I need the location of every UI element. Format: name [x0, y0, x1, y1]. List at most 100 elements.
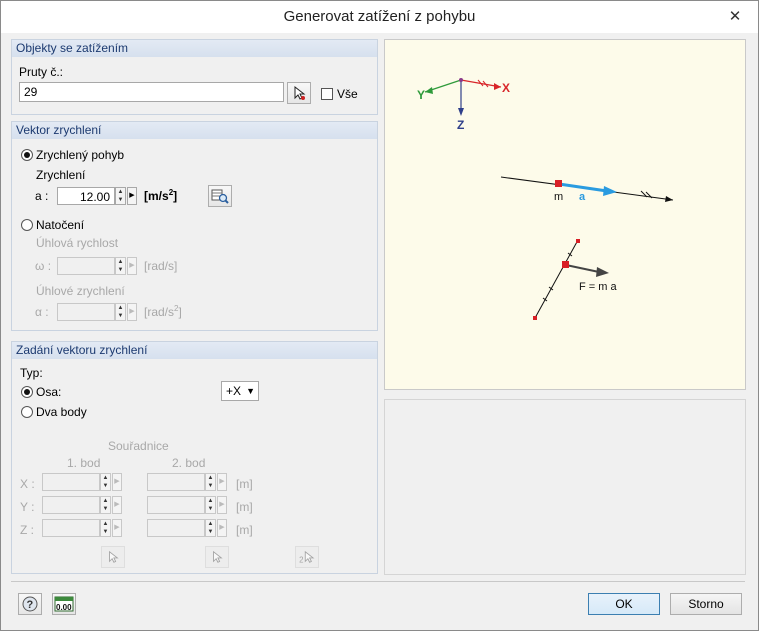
z2-spinner: ▲ ▼ — [205, 519, 216, 537]
pick-point1-button — [101, 546, 125, 568]
z-coord-label: Z : — [20, 523, 34, 537]
a-label: a : — [35, 189, 49, 203]
acceleration-input[interactable]: 12.00 — [57, 187, 115, 205]
members-label: Pruty č.: — [19, 65, 64, 79]
y-unit: [m] — [236, 500, 253, 514]
pick-two-points-icon: 2 — [299, 550, 315, 564]
z2-input — [147, 519, 205, 537]
footer-separator — [11, 581, 745, 582]
units-button[interactable]: 0.00 — [52, 593, 76, 615]
svg-text:0.00: 0.00 — [56, 603, 72, 612]
force-label: F = m a — [579, 281, 617, 293]
z1-spinner: ▲ ▼ — [100, 519, 111, 537]
table-magnifier-icon — [211, 189, 229, 204]
acceleration-group: Vektor zrychlení Zrychlený pohyb Zrychle… — [11, 121, 378, 331]
pick-members-button[interactable] — [287, 82, 311, 104]
angular-acceleration-input — [57, 303, 115, 321]
two-points-radio[interactable] — [21, 406, 33, 418]
all-checkbox[interactable] — [321, 88, 333, 100]
axis-y-label: Y — [417, 88, 425, 102]
y2-input — [147, 496, 205, 514]
two-points-label: Dva body — [36, 405, 87, 419]
y1-menu-button: ▶ — [112, 496, 122, 514]
y-coord-label: Y : — [20, 500, 35, 514]
members-input[interactable]: 29 — [19, 82, 284, 102]
angular-acceleration-spinner: ▲ ▼ — [115, 303, 126, 321]
acceleration-group-header: Vektor zrychlení — [12, 122, 377, 139]
point2-label: 2. bod — [172, 456, 206, 470]
axis-radio[interactable] — [21, 386, 33, 398]
y1-input — [42, 496, 100, 514]
svg-text:2: 2 — [299, 555, 303, 564]
x1-menu-button: ▶ — [112, 473, 122, 491]
accel-label: a — [579, 191, 586, 203]
axis-label: Osa: — [36, 385, 62, 399]
angular-acceleration-label: Úhlové zrychlení — [36, 284, 125, 298]
angular-acceleration-unit: [rad/s2] — [144, 304, 182, 319]
z1-input — [42, 519, 100, 537]
dialog-window: Generovat zatížení z pohybu ✕ Objekty se… — [0, 0, 759, 631]
x2-menu-button: ▶ — [217, 473, 227, 491]
pick-cursor-icon — [109, 550, 119, 563]
x2-input — [147, 473, 205, 491]
linear-motion-radio[interactable] — [21, 149, 33, 161]
chevron-down-icon: ▼ — [246, 386, 255, 396]
angular-acceleration-menu-button: ▶ — [127, 303, 137, 321]
axis-select-value: +X — [226, 384, 242, 398]
z1-menu-button: ▶ — [112, 519, 122, 537]
type-label: Typ: — [20, 366, 43, 380]
y2-spinner: ▲ ▼ — [205, 496, 216, 514]
linear-motion-label: Zrychlený pohyb — [36, 148, 125, 162]
point1-label: 1. bod — [67, 456, 101, 470]
angular-velocity-label: Úhlová rychlost — [36, 236, 119, 250]
axis-z-label: Z — [457, 118, 464, 132]
mass-label: m — [554, 191, 563, 203]
acceleration-menu-button[interactable]: ▶ — [127, 187, 137, 205]
help-icon: ? — [22, 596, 38, 612]
x1-spinner: ▲ ▼ — [100, 473, 111, 491]
units-icon: 0.00 — [54, 596, 74, 612]
rotation-radio[interactable] — [21, 219, 33, 231]
pick-point2-button — [205, 546, 229, 568]
z-unit: [m] — [236, 523, 253, 537]
acceleration-label: Zrychlení — [36, 168, 86, 182]
x1-input — [42, 473, 100, 491]
acceleration-unit: [m/s2] — [144, 188, 178, 203]
coordinates-label: Souřadnice — [108, 439, 169, 453]
omega-label: ω : — [35, 259, 52, 273]
angular-velocity-unit: [rad/s] — [144, 259, 178, 273]
preview-panel: X Y Z m a F = m a — [384, 39, 746, 390]
cancel-button[interactable]: Storno — [670, 593, 742, 615]
title-bar: Generovat zatížení z pohybu ✕ — [1, 1, 758, 33]
all-label: Vše — [337, 87, 358, 101]
angular-velocity-input — [57, 257, 115, 275]
alpha-label: α : — [35, 305, 49, 319]
window-title: Generovat zatížení z pohybu — [283, 8, 476, 25]
help-button[interactable]: ? — [18, 593, 42, 615]
objects-group-header: Objekty se zatížením — [12, 40, 377, 57]
acceleration-spinner[interactable]: ▲ ▼ — [115, 187, 126, 205]
vector-definition-group: Zadání vektoru zrychlení Typ: Osa: +X ▼ … — [11, 341, 378, 574]
motion-diagram: X Y Z m a F = m a — [417, 78, 674, 320]
details-button[interactable] — [208, 185, 232, 207]
x2-spinner: ▲ ▼ — [205, 473, 216, 491]
close-icon[interactable]: ✕ — [723, 5, 747, 27]
x-unit: [m] — [236, 477, 253, 491]
objects-group: Objekty se zatížením Pruty č.: 29 Vše — [11, 39, 378, 115]
pick-cursor-icon — [294, 85, 306, 100]
axis-select[interactable]: +X ▼ — [221, 381, 259, 401]
angular-velocity-menu-button: ▶ — [127, 257, 137, 275]
info-panel — [384, 399, 746, 575]
x-coord-label: X : — [20, 477, 35, 491]
axis-x-label: X — [502, 81, 510, 95]
svg-text:?: ? — [27, 599, 34, 611]
pick-two-points-button: 2 — [295, 546, 319, 568]
y1-spinner: ▲ ▼ — [100, 496, 111, 514]
pick-cursor-icon — [213, 550, 223, 563]
rotation-label: Natočení — [36, 218, 85, 232]
y2-menu-button: ▶ — [217, 496, 227, 514]
ok-button[interactable]: OK — [588, 593, 660, 615]
vector-definition-header: Zadání vektoru zrychlení — [12, 342, 377, 359]
angular-velocity-spinner: ▲ ▼ — [115, 257, 126, 275]
z2-menu-button: ▶ — [217, 519, 227, 537]
